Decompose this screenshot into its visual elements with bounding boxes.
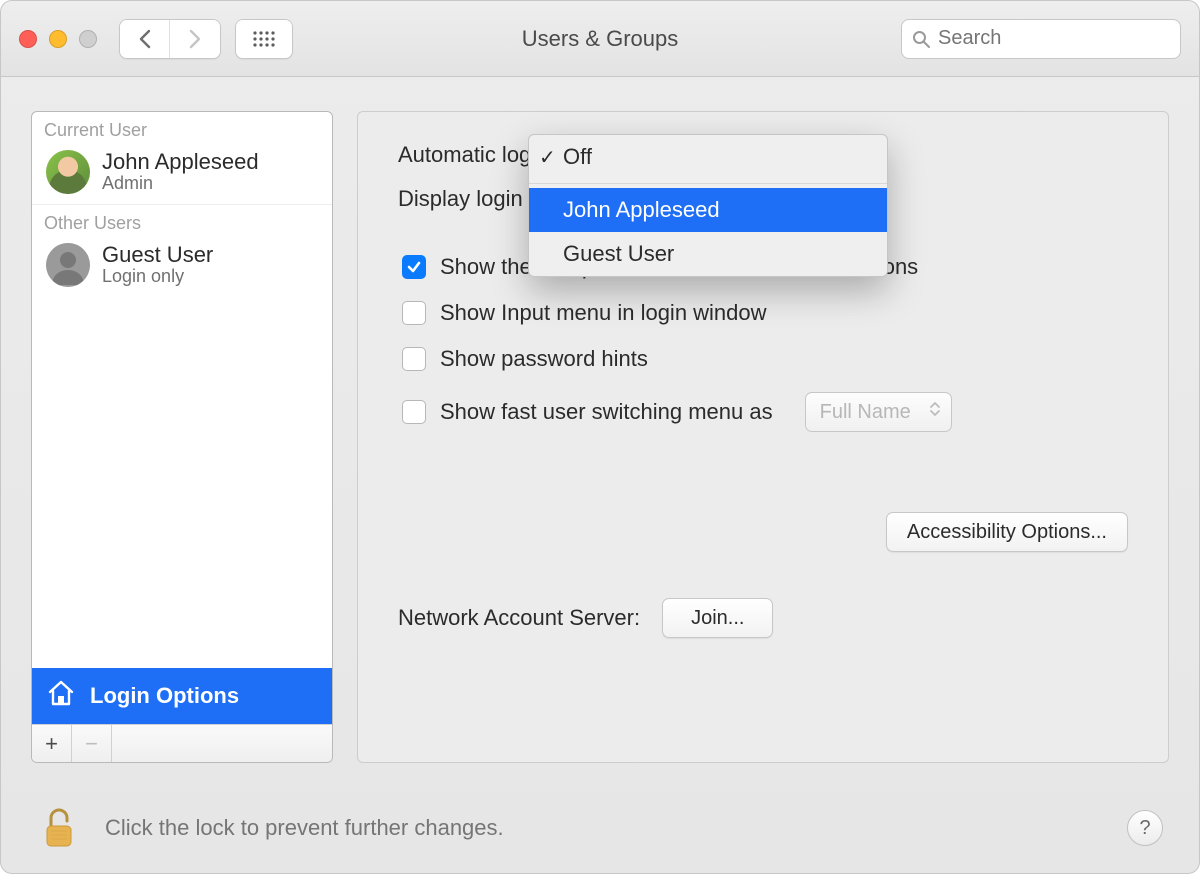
search-icon [912, 30, 930, 48]
avatar [46, 243, 90, 287]
footer: Click the lock to prevent further change… [1, 783, 1199, 873]
dropdown-option-john[interactable]: John Appleseed [529, 188, 887, 232]
checkbox[interactable] [402, 347, 426, 371]
display-login-label: Display login wi [398, 186, 550, 212]
close-button[interactable] [19, 30, 37, 48]
dropdown-option-guest[interactable]: Guest User [529, 232, 887, 276]
chk-row-hints[interactable]: Show password hints [402, 346, 1128, 372]
option-label: Off [563, 144, 592, 170]
nas-label: Network Account Server: [398, 605, 640, 631]
login-options-tab[interactable]: Login Options [32, 668, 332, 724]
chk-label: Show fast user switching menu as [440, 399, 773, 425]
checkbox[interactable] [402, 255, 426, 279]
content-area: Current User John Appleseed Admin Other … [1, 77, 1199, 783]
prefs-window: Users & Groups Current User John Applese… [0, 0, 1200, 874]
remove-user-button[interactable]: − [72, 725, 112, 762]
user-name: Guest User [102, 242, 213, 268]
auto-login-dropdown[interactable]: ✓ Off John Appleseed Guest User [528, 134, 888, 277]
forward-button[interactable] [170, 20, 220, 58]
add-user-button[interactable]: + [32, 725, 72, 762]
dropdown-separator [529, 183, 887, 184]
help-label: ? [1139, 817, 1150, 840]
chk-label: Show Input menu in login window [440, 300, 767, 326]
select-value: Full Name [820, 401, 911, 424]
chk-label: Show password hints [440, 346, 648, 372]
user-role: Login only [102, 266, 213, 287]
checkbox[interactable] [402, 301, 426, 325]
grid-icon [236, 20, 292, 58]
user-name: John Appleseed [102, 149, 259, 175]
chk-row-fast[interactable]: Show fast user switching menu as Full Na… [402, 392, 1128, 432]
updown-icon [929, 400, 941, 424]
users-sidebar: Current User John Appleseed Admin Other … [31, 111, 333, 763]
help-button[interactable]: ? [1127, 810, 1163, 846]
traffic-lights [19, 30, 97, 48]
login-options-panel: Automatic login Display login wi Show th… [357, 111, 1169, 763]
add-remove-bar: + − [32, 724, 332, 762]
chk-row-input[interactable]: Show Input menu in login window [402, 300, 1128, 326]
nav-buttons [119, 19, 221, 59]
lock-icon [41, 806, 77, 850]
zoom-button[interactable] [79, 30, 97, 48]
user-row-guest[interactable]: Guest User Login only [32, 236, 332, 297]
search-input[interactable] [938, 27, 1170, 50]
login-options-label: Login Options [90, 683, 239, 709]
accessibility-options-button[interactable]: Accessibility Options... [886, 512, 1128, 552]
check-icon: ✓ [539, 145, 556, 170]
minimize-button[interactable] [49, 30, 67, 48]
option-label: John Appleseed [563, 197, 720, 223]
search-field[interactable] [901, 19, 1181, 59]
other-users-label: Other Users [32, 204, 332, 236]
lock-button[interactable] [37, 806, 81, 850]
option-label: Guest User [563, 241, 674, 267]
join-button[interactable]: Join... [662, 598, 773, 638]
auto-login-label: Automatic login [398, 142, 548, 168]
lock-text: Click the lock to prevent further change… [105, 815, 504, 841]
checkbox[interactable] [402, 400, 426, 424]
user-role: Admin [102, 173, 259, 194]
fast-user-select: Full Name [805, 392, 952, 432]
avatar [46, 150, 90, 194]
house-icon [46, 678, 76, 714]
current-user-label: Current User [32, 112, 332, 143]
user-row-john[interactable]: John Appleseed Admin [32, 143, 332, 204]
dropdown-option-off[interactable]: ✓ Off [529, 135, 887, 179]
show-all-button[interactable] [235, 19, 293, 59]
titlebar: Users & Groups [1, 1, 1199, 77]
back-button[interactable] [120, 20, 170, 58]
